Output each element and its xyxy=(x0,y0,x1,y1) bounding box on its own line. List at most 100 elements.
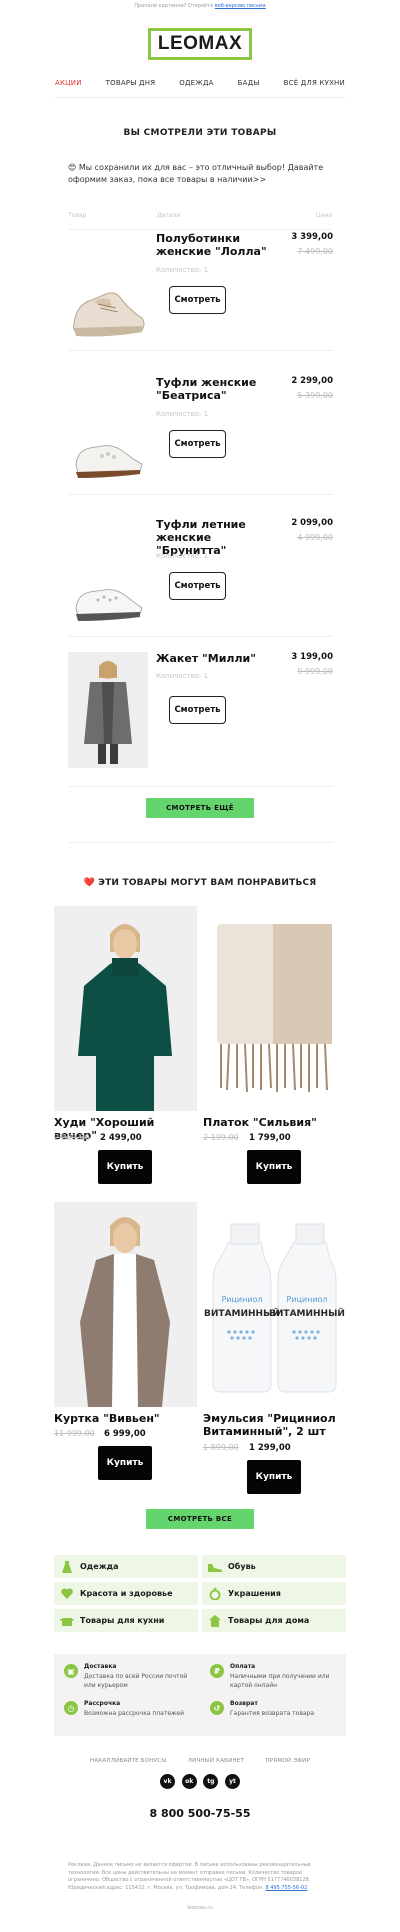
youtube-icon[interactable]: yt xyxy=(224,1774,240,1789)
footer-nav: НАКАПЛИВАЙТЕ БОНУСЫ ЛИЧНЫЙ КАБИНЕТ ПРЯМО… xyxy=(90,1758,310,1764)
see-more-button[interactable]: СМОТРЕТЬ ЕЩЁ xyxy=(146,798,254,818)
table-divider xyxy=(68,229,332,230)
product-name[interactable]: Эмульсия "Рициниол Витаминный", 2 шт xyxy=(203,1412,346,1438)
footer-link-live[interactable]: ПРЯМОЙ ЭФИР xyxy=(266,1758,310,1764)
category-jewelry[interactable]: Украшения xyxy=(202,1582,346,1605)
viewed-text: 😍 Мы сохранили их для вас – это отличный… xyxy=(68,163,324,184)
social-links: vk ok tg yt xyxy=(160,1774,240,1789)
view-button[interactable]: Смотреть xyxy=(169,286,226,314)
nav-item-clothing[interactable]: ОДЕЖДА xyxy=(179,79,213,87)
view-button[interactable]: Смотреть xyxy=(169,572,226,600)
category-clothing[interactable]: Одежда xyxy=(54,1555,198,1578)
dress-icon xyxy=(54,1560,80,1573)
info-title: Возврат xyxy=(230,1700,258,1707)
top-nav: АКЦИИ ТОВАРЫ ДНЯ ОДЕЖДА БАДЫ ВСЁ ДЛЯ КУХ… xyxy=(55,79,345,87)
product-price: 3 199,00 xyxy=(291,652,333,662)
item-divider xyxy=(68,636,333,637)
buy-button[interactable]: Купить xyxy=(98,1446,152,1480)
footer-link-bonuses[interactable]: НАКАПЛИВАЙТЕ БОНУСЫ xyxy=(90,1758,166,1764)
legal-text: Реклама. Данное письмо не является оферт… xyxy=(68,1862,333,1892)
info-title: Доставка xyxy=(84,1663,117,1670)
product-old-price: 2 999,00 xyxy=(54,1133,90,1142)
product-price: 6 999,00 xyxy=(104,1429,146,1439)
recommend-item: Худи "Хороший вечер" 2 999,00 2 499,00 К… xyxy=(54,906,197,1186)
product-name[interactable]: Платок "Сильвия" xyxy=(203,1116,317,1129)
web-version-link[interactable]: веб-версию письма xyxy=(215,3,266,9)
viewed-title: ВЫ СМОТРЕЛИ ЭТИ ТОВАРЫ xyxy=(123,128,277,138)
footer-link-account[interactable]: ЛИЧНЫЙ КАБИНЕТ xyxy=(188,1758,244,1764)
product-name[interactable]: Жакет "Милли" xyxy=(156,652,281,665)
heart-icon xyxy=(54,1588,80,1599)
info-text: Возможна рассрочка платежей xyxy=(84,1710,185,1717)
product-price: 3 399,00 xyxy=(291,232,333,242)
nav-item-sales[interactable]: АКЦИИ xyxy=(55,79,82,87)
category-shoes[interactable]: Обувь xyxy=(202,1555,346,1578)
buy-button[interactable]: Купить xyxy=(98,1150,152,1184)
email-page: Пропали картинки? Откройте веб-версию пи… xyxy=(0,0,400,1932)
product-image-milli[interactable] xyxy=(68,652,148,768)
product-image-emulsion[interactable]: Рициниол ВИТАМИННЫЙ Рициниол ВИТАМИННЫЙ xyxy=(203,1202,346,1407)
product-name[interactable]: Туфли женские "Беатриса" xyxy=(156,376,281,402)
product-image-brunitta[interactable] xyxy=(68,558,148,638)
service-info: ▣ Доставка Доставка по всей России почто… xyxy=(54,1654,346,1736)
product-old-price: 2 199,00 xyxy=(203,1133,239,1142)
product-old-price: 5 399,00 xyxy=(297,391,333,400)
category-kitchen[interactable]: Товары для кухни xyxy=(54,1609,198,1632)
viewed-item: Туфли женские "Беатриса" Количество: 1 2… xyxy=(68,376,333,496)
category-label: Одежда xyxy=(80,1562,119,1571)
viewed-item: Полуботинки женские "Лолла" Количество: … xyxy=(68,232,333,352)
support-phone[interactable]: 8 800 500-75-55 xyxy=(0,1807,400,1820)
col-price: Цена xyxy=(316,212,332,219)
item-divider xyxy=(68,494,333,495)
category-beauty[interactable]: Красота и здоровье xyxy=(54,1582,198,1605)
product-image-beatrisa[interactable] xyxy=(68,416,148,496)
product-image-jacket[interactable] xyxy=(54,1202,197,1407)
nav-item-supplements[interactable]: БАДЫ xyxy=(238,79,260,87)
ruble-icon: ₽ xyxy=(210,1664,224,1678)
product-price: 2 499,00 xyxy=(100,1133,142,1143)
product-old-price: 4 999,00 xyxy=(297,533,333,542)
buy-button[interactable]: Купить xyxy=(247,1150,301,1184)
product-qty: Количество: 1 xyxy=(156,266,209,274)
recommend-item: Рициниол ВИТАМИННЫЙ Рициниол ВИТАМИННЫЙ … xyxy=(203,1202,346,1502)
recommend-item: Платок "Сильвия" 2 199,00 1 799,00 Купит… xyxy=(203,906,346,1186)
leomax-logo[interactable]: LEOMAX xyxy=(147,28,253,60)
product-old-price: 11 999,00 xyxy=(54,1429,95,1438)
product-qty: Количество: 1 xyxy=(156,410,209,418)
buy-button[interactable]: Купить xyxy=(247,1460,301,1494)
col-product: Товар xyxy=(68,212,87,219)
svg-text:Рициниол: Рициниол xyxy=(221,1295,262,1304)
nav-item-kitchen[interactable]: ВСЁ ДЛЯ КУХНИ xyxy=(284,79,345,87)
info-text: Наличными при получении или картой онлай… xyxy=(230,1673,330,1689)
product-qty: Количество: 1 xyxy=(156,552,209,560)
product-name[interactable]: Полуботинки женские "Лолла" xyxy=(156,232,281,258)
product-image-hoodie[interactable] xyxy=(54,906,197,1111)
diamond-icon xyxy=(202,1587,228,1600)
ok-icon[interactable]: ok xyxy=(181,1774,197,1789)
table-header: Товар Детали Цена xyxy=(68,212,332,219)
product-image-scarf[interactable] xyxy=(203,906,346,1111)
product-price: 2 299,00 xyxy=(291,376,333,386)
product-price: 2 099,00 xyxy=(291,518,333,528)
see-all-button[interactable]: СМОТРЕТЬ ВСЕ xyxy=(146,1509,254,1529)
telegram-icon[interactable]: tg xyxy=(203,1774,219,1789)
preheader-text: Пропали картинки? Откройте xyxy=(134,3,214,9)
vk-icon[interactable]: vk xyxy=(160,1774,175,1789)
info-text: Гарантия возврата товара xyxy=(230,1710,315,1717)
view-button[interactable]: Смотреть xyxy=(169,696,226,724)
view-button[interactable]: Смотреть xyxy=(169,430,226,458)
legal-phone-link[interactable]: 8 495 755-56-02 xyxy=(265,1885,307,1891)
recommend-item: Куртка "Вивьен" 11 999,00 6 999,00 Купит… xyxy=(54,1202,197,1482)
info-title: Рассрочка xyxy=(84,1700,121,1707)
product-image-lolla[interactable] xyxy=(68,272,148,352)
nav-divider xyxy=(55,97,345,98)
footer-site[interactable]: leomax.ru xyxy=(0,1905,400,1911)
product-price: 1 799,00 xyxy=(249,1133,291,1143)
item-divider xyxy=(68,786,333,787)
preheader: Пропали картинки? Откройте веб-версию пи… xyxy=(0,0,400,10)
product-price: 1 299,00 xyxy=(249,1443,291,1453)
product-name[interactable]: Куртка "Вивьен" xyxy=(54,1412,160,1425)
viewed-item: Жакет "Милли" Количество: 1 3 199,00 9 9… xyxy=(68,652,333,772)
category-home[interactable]: Товары для дома xyxy=(202,1609,346,1632)
nav-item-daily-deals[interactable]: ТОВАРЫ ДНЯ xyxy=(106,79,156,87)
